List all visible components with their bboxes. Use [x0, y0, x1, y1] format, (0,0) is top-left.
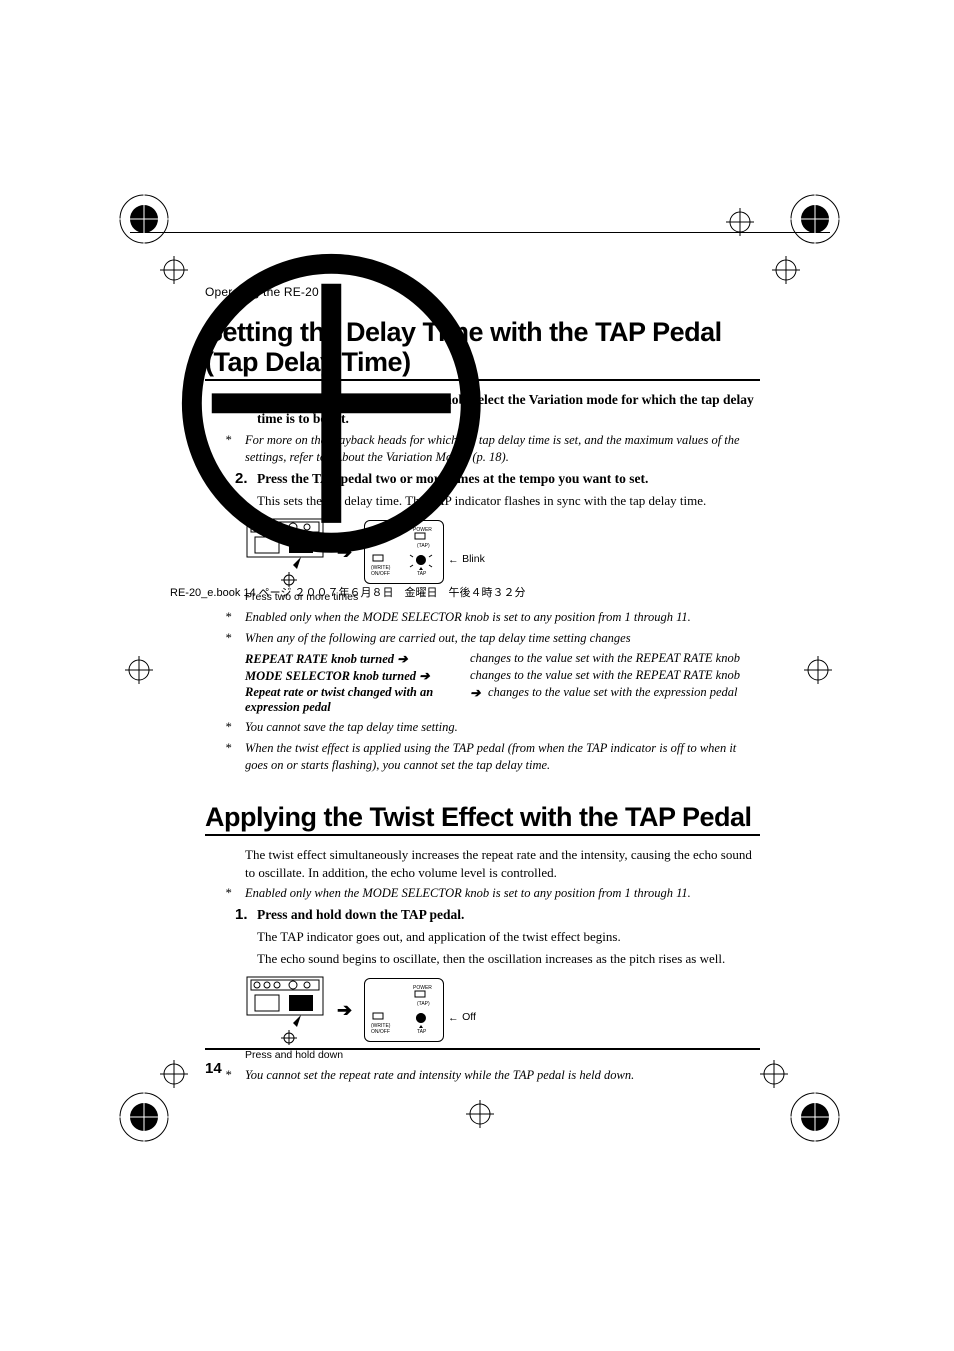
page-number: 14 — [205, 1060, 222, 1077]
section1-note-c: * When any of the following are carried … — [205, 630, 760, 647]
svg-text:POWER: POWER — [413, 527, 432, 533]
section2-note-b: * You cannot set the repeat rate and int… — [205, 1067, 760, 1084]
changes-result: changes to the value set with the expres… — [488, 685, 737, 700]
note-asterisk: * — [225, 719, 245, 736]
svg-text:(TAP): (TAP) — [417, 1001, 430, 1007]
section1-note-b: * Enabled only when the MODE SELECTOR kn… — [205, 609, 760, 626]
note-asterisk: * — [225, 1067, 245, 1084]
table-row: MODE SELECTOR knob turned ➔ changes to t… — [245, 668, 760, 684]
off-label: Off — [462, 1011, 476, 1023]
section2-body2: The echo sound begins to oscillate, then… — [205, 950, 760, 968]
arrow-icon: ➔ — [337, 1000, 352, 1021]
note-asterisk: * — [225, 432, 245, 466]
note-text: You cannot set the repeat rate and inten… — [245, 1067, 634, 1084]
step-text: Press and hold down the TAP pedal. — [257, 906, 464, 924]
running-header: Operating the RE-20 — [205, 285, 760, 299]
section2-note-a: * Enabled only when the MODE SELECTOR kn… — [205, 885, 760, 902]
note-asterisk: * — [225, 885, 245, 902]
section1-heading: Setting the Delay Time with the TAP Peda… — [205, 317, 760, 377]
note-asterisk: * — [225, 630, 245, 647]
registration-mark-icon — [804, 656, 832, 684]
section1-step2: 2. Press the TAP pedal two or more times… — [205, 470, 760, 488]
svg-text:TAP: TAP — [417, 1029, 427, 1035]
section1-note-d: * You cannot save the tap delay time set… — [205, 719, 760, 736]
note-asterisk: * — [225, 740, 245, 774]
section2-heading: Applying the Twist Effect with the TAP P… — [205, 802, 760, 832]
changes-result: changes to the value set with the REPEAT… — [470, 651, 740, 666]
changes-condition: MODE SELECTOR knob turned ➔ — [245, 668, 470, 684]
section1-step2-body: This sets the tap delay time. The TAP in… — [205, 492, 760, 510]
svg-text:(TAP): (TAP) — [417, 543, 430, 549]
note-text: You cannot save the tap delay time setti… — [245, 719, 458, 736]
svg-text:POWER: POWER — [413, 985, 432, 991]
registration-mark-icon — [760, 1060, 788, 1088]
svg-text:ON/OFF: ON/OFF — [371, 571, 390, 577]
led-panel: POWER (TAP) (WRITE) ON/OFF TAP — [364, 520, 444, 584]
changes-table: REPEAT RATE knob turned ➔ changes to the… — [205, 651, 760, 715]
arrow-left-icon: ← — [448, 554, 459, 566]
registration-mark-icon — [772, 256, 800, 284]
svg-text:TAP: TAP — [417, 571, 427, 577]
note-asterisk: * — [225, 609, 245, 626]
heading-rule — [205, 834, 760, 836]
section2-step1: 1. Press and hold down the TAP pedal. — [205, 906, 760, 924]
crop-mark-icon — [115, 190, 173, 248]
led-panel: POWER (TAP) (WRITE) ON/OFF TAP ← Off — [364, 978, 444, 1042]
press-caption: Press and hold down — [245, 1049, 760, 1061]
arrow-left-icon: ← — [448, 1012, 459, 1024]
registration-mark-icon — [160, 1060, 188, 1088]
page-content: Operating the RE-20 Setting the Delay Ti… — [205, 285, 760, 1088]
blink-label: Blink — [462, 553, 485, 565]
heading-rule — [205, 379, 760, 381]
note-text: When any of the following are carried ou… — [245, 630, 631, 647]
section1-step1: 1. Using the MODE SELECTOR knob, select … — [205, 391, 760, 427]
step-text: Using the MODE SELECTOR knob, select the… — [257, 391, 760, 427]
step-text: Press the TAP pedal two or more times at… — [257, 470, 648, 488]
registration-mark-icon — [466, 1100, 494, 1128]
step-number: 2. — [235, 470, 257, 488]
changes-condition-text: Repeat rate or twist changed with an exp… — [245, 685, 433, 714]
note-text: When the twist effect is applied using t… — [245, 740, 760, 774]
note-text: For more on the playback heads for which… — [245, 432, 760, 466]
arrow-icon: ➔ — [470, 685, 488, 701]
changes-condition: Repeat rate or twist changed with an exp… — [245, 685, 470, 715]
section2-body1: The TAP indicator goes out, and applicat… — [205, 928, 760, 946]
changes-condition: REPEAT RATE knob turned ➔ — [245, 651, 470, 667]
page-bottom-rule — [205, 1048, 760, 1050]
changes-result: changes to the value set with the REPEAT… — [470, 668, 740, 683]
section1-note-e: * When the twist effect is applied using… — [205, 740, 760, 774]
step-number: 1. — [235, 391, 257, 427]
press-caption: Press two or more times — [245, 591, 760, 603]
registration-mark-icon — [726, 208, 754, 236]
svg-text:ON/OFF: ON/OFF — [371, 1029, 390, 1035]
note-text: Enabled only when the MODE SELECTOR knob… — [245, 609, 691, 626]
table-row: Repeat rate or twist changed with an exp… — [245, 685, 760, 715]
step-number: 1. — [235, 906, 257, 924]
crop-mark-icon — [115, 1088, 173, 1146]
crop-mark-icon — [786, 190, 844, 248]
note-text: Enabled only when the MODE SELECTOR knob… — [245, 885, 691, 902]
crop-mark-icon — [786, 1088, 844, 1146]
arrow-icon: ➔ — [337, 542, 352, 563]
section1-note-a: * For more on the playback heads for whi… — [205, 432, 760, 466]
section2-intro: The twist effect simultaneously increase… — [205, 846, 760, 881]
pedal-icon — [245, 517, 325, 587]
figure-tap-blink: ➔ POWER (TAP) (WRITE) ON/OFF TAP — [205, 517, 760, 603]
registration-mark-icon — [160, 256, 188, 284]
registration-mark-icon — [125, 656, 153, 684]
pedal-icon — [245, 975, 325, 1045]
table-row: REPEAT RATE knob turned ➔ changes to the… — [245, 651, 760, 667]
